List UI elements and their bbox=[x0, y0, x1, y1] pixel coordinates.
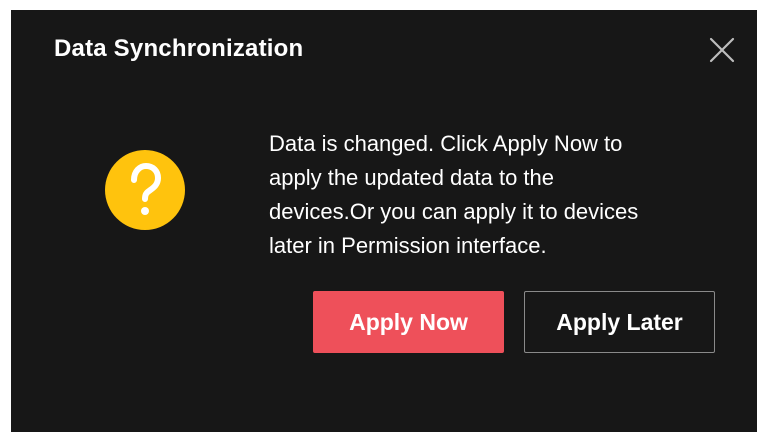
close-icon[interactable] bbox=[707, 35, 737, 65]
apply-later-button[interactable]: Apply Later bbox=[524, 291, 715, 353]
message-line: apply the updated data to the bbox=[269, 165, 555, 190]
apply-now-button[interactable]: Apply Now bbox=[313, 291, 504, 353]
dialog-title: Data Synchronization bbox=[54, 35, 304, 62]
dialog-message: Data is changed. Click Apply Now to appl… bbox=[269, 127, 719, 263]
message-line: Data is changed. Click Apply Now to bbox=[269, 131, 623, 156]
message-line: later in Permission interface. bbox=[269, 233, 547, 258]
message-line: devices.Or you can apply it to devices bbox=[269, 199, 639, 224]
data-sync-dialog: Data Synchronization Data is changed. Cl… bbox=[11, 10, 757, 432]
question-icon bbox=[105, 150, 185, 230]
